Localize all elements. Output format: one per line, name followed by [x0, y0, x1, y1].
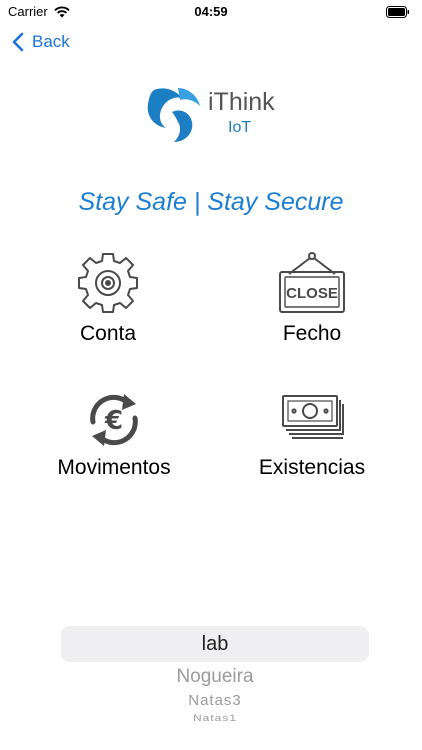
fecho-label: Fecho: [282, 322, 342, 345]
ithink-logo-icon: [147, 88, 200, 142]
ithink-logo: iThink IoT: [142, 84, 282, 146]
existencias-label: Existencias: [258, 456, 366, 479]
close-sign-icon: CLOSE: [279, 252, 345, 313]
existencias-button[interactable]: Existencias: [212, 390, 412, 480]
logo-brand-text: iThink: [208, 88, 275, 116]
back-button[interactable]: Back: [12, 32, 70, 52]
picker-option-nogueira[interactable]: Nogueira: [61, 666, 369, 688]
tagline: Stay Safe | Stay Secure: [78, 188, 344, 216]
conta-label: Conta: [79, 322, 137, 345]
battery-icon: [386, 6, 410, 18]
back-label: Back: [32, 32, 70, 51]
picker-selected-item[interactable]: lab: [61, 626, 369, 662]
status-time: 04:59: [194, 4, 228, 19]
status-bar: Carrier 04:59: [0, 0, 422, 24]
euro-exchange-icon: €: [90, 394, 138, 446]
location-picker[interactable]: lab Nogueira Natas3 Natas1: [61, 626, 369, 725]
picker-option-natas1[interactable]: Natas1: [61, 712, 369, 723]
money-stack-icon: [282, 395, 344, 439]
close-sign-text: CLOSE: [286, 285, 338, 302]
fecho-button[interactable]: CLOSE Fecho: [212, 250, 412, 346]
picker-option-natas3[interactable]: Natas3: [61, 692, 369, 709]
logo-sub-text: IoT: [228, 119, 252, 136]
movimentos-label: Movimentos: [57, 456, 171, 479]
chevron-left-icon: [12, 32, 24, 52]
conta-button[interactable]: Conta: [8, 250, 208, 346]
euro-symbol: €: [104, 406, 123, 436]
movimentos-button[interactable]: € Movimentos: [14, 390, 214, 480]
gear-icon: [78, 253, 138, 313]
